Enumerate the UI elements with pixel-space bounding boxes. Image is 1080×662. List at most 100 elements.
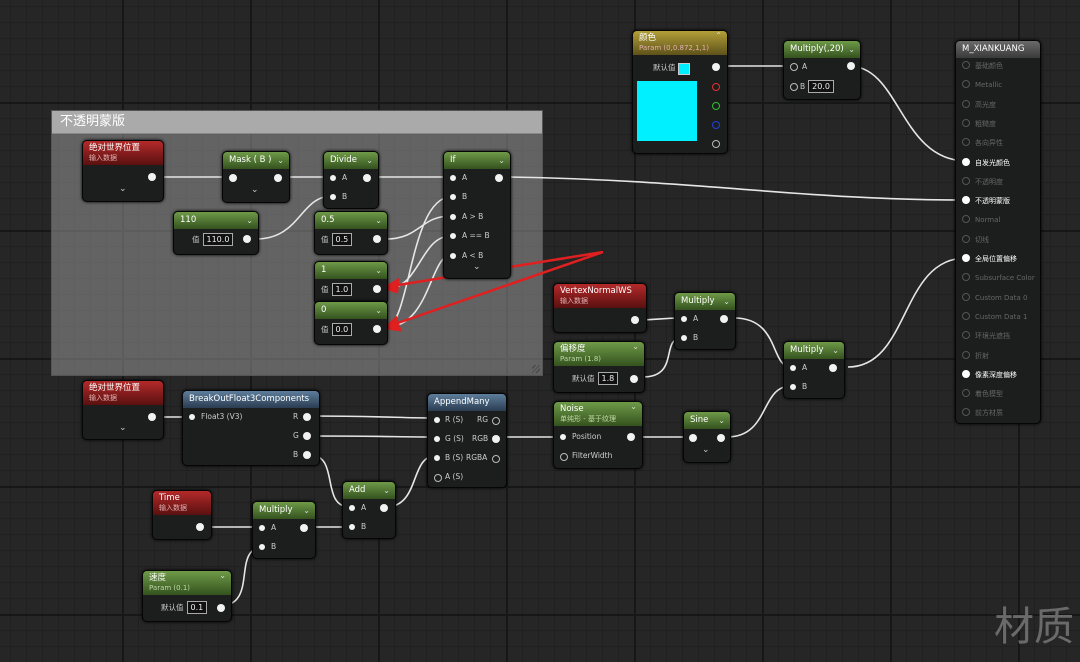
input-pin-a[interactable] — [434, 474, 442, 482]
material-input-pin[interactable]: Custom Data 0 — [962, 292, 1027, 303]
input-pin-b[interactable] — [434, 455, 440, 461]
output-pin-b[interactable] — [303, 451, 311, 459]
input-pin-a-lt-b[interactable] — [450, 253, 456, 259]
material-input-pin[interactable]: Subsurface Color — [962, 273, 1035, 283]
output-pin[interactable] — [847, 62, 855, 70]
chevron-down-icon[interactable]: ⌄ — [375, 302, 382, 319]
node-header[interactable]: 绝对世界位置 输入数据 — [83, 381, 163, 405]
output-pin-r[interactable] — [303, 413, 311, 421]
chevron-down-icon[interactable]: ⌄ — [848, 41, 855, 58]
output-pin[interactable] — [829, 364, 837, 372]
output-pin[interactable] — [196, 523, 204, 531]
input-pin[interactable] — [189, 414, 195, 420]
input-pin-filter-width[interactable] — [560, 453, 568, 461]
material-input-pin[interactable]: 着色模型 — [962, 389, 1003, 399]
b-value-field[interactable]: 20.0 — [808, 80, 834, 93]
input-pin-b[interactable] — [259, 544, 265, 550]
material-input-pin[interactable]: 自发光颜色 — [962, 157, 1010, 168]
color-param-node[interactable]: 颜色 Param (0,0.872,1,1) ⌃ 默认值 — [632, 30, 728, 154]
chevron-down-icon[interactable]: ⌄ — [246, 212, 253, 229]
breakout-float3-node[interactable]: BreakOutFloat3Components Float3 (V3) R G… — [182, 390, 320, 466]
node-header[interactable]: VertexNormalWS 输入数据 — [554, 284, 646, 308]
divide-node[interactable]: Divide ⌄ A B — [323, 151, 379, 209]
input-pin-b[interactable] — [349, 524, 355, 530]
node-header[interactable]: Multiply(,20) ⌄ — [784, 41, 860, 58]
material-input-pin[interactable]: Normal — [962, 215, 1000, 225]
material-input-pin[interactable]: 前方材质 — [962, 408, 1003, 418]
node-header[interactable]: Multiply ⌄ — [253, 502, 315, 519]
node-header[interactable]: M_XIANKUANG — [956, 41, 1040, 58]
input-pin-a[interactable] — [790, 63, 798, 71]
chevron-down-icon[interactable]: ⌄ — [498, 152, 505, 169]
node-header[interactable]: 110 ⌄ — [174, 212, 258, 229]
constant-0-node[interactable]: 0 ⌄ 值 0.0 — [314, 301, 388, 345]
output-pin[interactable] — [373, 325, 381, 333]
time-node[interactable]: Time 输入数据 — [152, 490, 212, 540]
chevron-down-icon[interactable]: ⌄ — [383, 482, 390, 499]
material-input-pin[interactable]: 高光度 — [962, 99, 996, 110]
material-input-pin[interactable]: 全局位置偏移 — [962, 254, 1017, 264]
node-header[interactable]: 1 ⌄ — [315, 262, 387, 279]
output-pin[interactable] — [148, 173, 156, 181]
input-pin-b[interactable] — [450, 194, 456, 200]
multiply-node[interactable]: Multiply ⌄ A B — [674, 292, 736, 350]
output-pin[interactable] — [363, 174, 371, 182]
node-header[interactable]: 绝对世界位置 输入数据 — [83, 141, 163, 165]
input-pin[interactable] — [689, 434, 697, 442]
chevron-down-icon[interactable]: ⌄ — [832, 342, 839, 359]
input-pin-b[interactable] — [790, 83, 798, 91]
multiply-20-node[interactable]: Multiply(,20) ⌄ A B 20.0 — [783, 40, 861, 100]
output-pin[interactable] — [495, 174, 503, 182]
value-field[interactable]: 0.1 — [186, 601, 208, 614]
offset-param-node[interactable]: 偏移度 Param (1.8) ⌄ 默认值 1.8 — [553, 341, 645, 393]
node-header[interactable]: 偏移度 Param (1.8) ⌄ — [554, 342, 644, 366]
node-header[interactable]: Multiply ⌄ — [784, 342, 844, 359]
value-field[interactable]: 0.5 — [331, 233, 353, 246]
sine-node[interactable]: Sine ⌄ ⌄ — [683, 411, 731, 463]
output-pin[interactable] — [300, 524, 308, 532]
output-pin[interactable] — [373, 235, 381, 243]
material-input-pin[interactable]: 各向异性 — [962, 138, 1003, 148]
value-field[interactable]: 1.8 — [597, 372, 619, 385]
input-pin-b[interactable] — [330, 194, 336, 200]
input-pin-a[interactable] — [450, 175, 456, 181]
input-pin-b[interactable] — [681, 335, 687, 341]
chevron-down-icon[interactable]: ⌄ — [630, 402, 637, 412]
output-pin-rgb[interactable] — [492, 435, 500, 443]
node-header[interactable]: If ⌄ — [444, 152, 510, 169]
material-input-pin[interactable]: Custom Data 1 — [962, 311, 1027, 322]
material-input-pin[interactable]: 基础颜色 — [962, 61, 1003, 71]
chevron-down-icon[interactable]: ⌄ — [119, 184, 127, 194]
chevron-up-icon[interactable]: ⌃ — [715, 31, 722, 41]
node-header[interactable]: Multiply ⌄ — [675, 293, 735, 310]
node-header[interactable]: AppendMany — [428, 394, 506, 411]
output-pin-g[interactable] — [712, 102, 720, 110]
absolute-world-position-node[interactable]: 绝对世界位置 输入数据 ⌄ — [82, 380, 164, 440]
vertex-normal-ws-node[interactable]: VertexNormalWS 输入数据 — [553, 283, 647, 333]
material-input-pin[interactable]: 环境光遮挡 — [962, 331, 1010, 341]
node-header[interactable]: Time 输入数据 — [153, 491, 211, 515]
node-header[interactable]: Noise 单纯形 - 基于纹理 ⌄ — [554, 402, 642, 426]
node-header[interactable]: 0.5 ⌄ — [315, 212, 387, 229]
output-pin[interactable] — [717, 434, 725, 442]
output-pin-r[interactable] — [712, 83, 720, 91]
output-pin[interactable] — [148, 413, 156, 421]
node-header[interactable]: Mask ( B ) ⌄ — [223, 152, 289, 169]
output-pin[interactable] — [274, 174, 282, 182]
output-pin-rgba[interactable] — [492, 455, 500, 463]
append-many-node[interactable]: AppendMany R (S) G (S) B (S) A (S) RG RG… — [427, 393, 507, 488]
value-field[interactable]: 1.0 — [331, 283, 353, 296]
material-input-pin[interactable]: Metallic — [962, 80, 1002, 90]
output-pin[interactable] — [217, 604, 225, 612]
value-field[interactable]: 110.0 — [202, 233, 234, 246]
chevron-down-icon[interactable]: ⌄ — [277, 152, 284, 169]
material-output-node[interactable]: M_XIANKUANG 基础颜色 Metallic 高光度 粗糙度 各向异性 自发光颜色不… — [955, 40, 1041, 424]
node-header[interactable]: 颜色 Param (0,0.872,1,1) ⌃ — [633, 31, 727, 55]
color-swatch-small[interactable] — [678, 63, 690, 75]
input-pin-a[interactable] — [681, 316, 687, 322]
absolute-world-position-node[interactable]: 绝对世界位置 输入数据 ⌄ — [82, 140, 164, 202]
output-pin-g[interactable] — [303, 432, 311, 440]
input-pin-a[interactable] — [790, 365, 796, 371]
node-header[interactable]: 速度 Param (0.1) ⌄ — [143, 571, 231, 595]
material-input-pin[interactable]: 折射 — [962, 350, 989, 361]
